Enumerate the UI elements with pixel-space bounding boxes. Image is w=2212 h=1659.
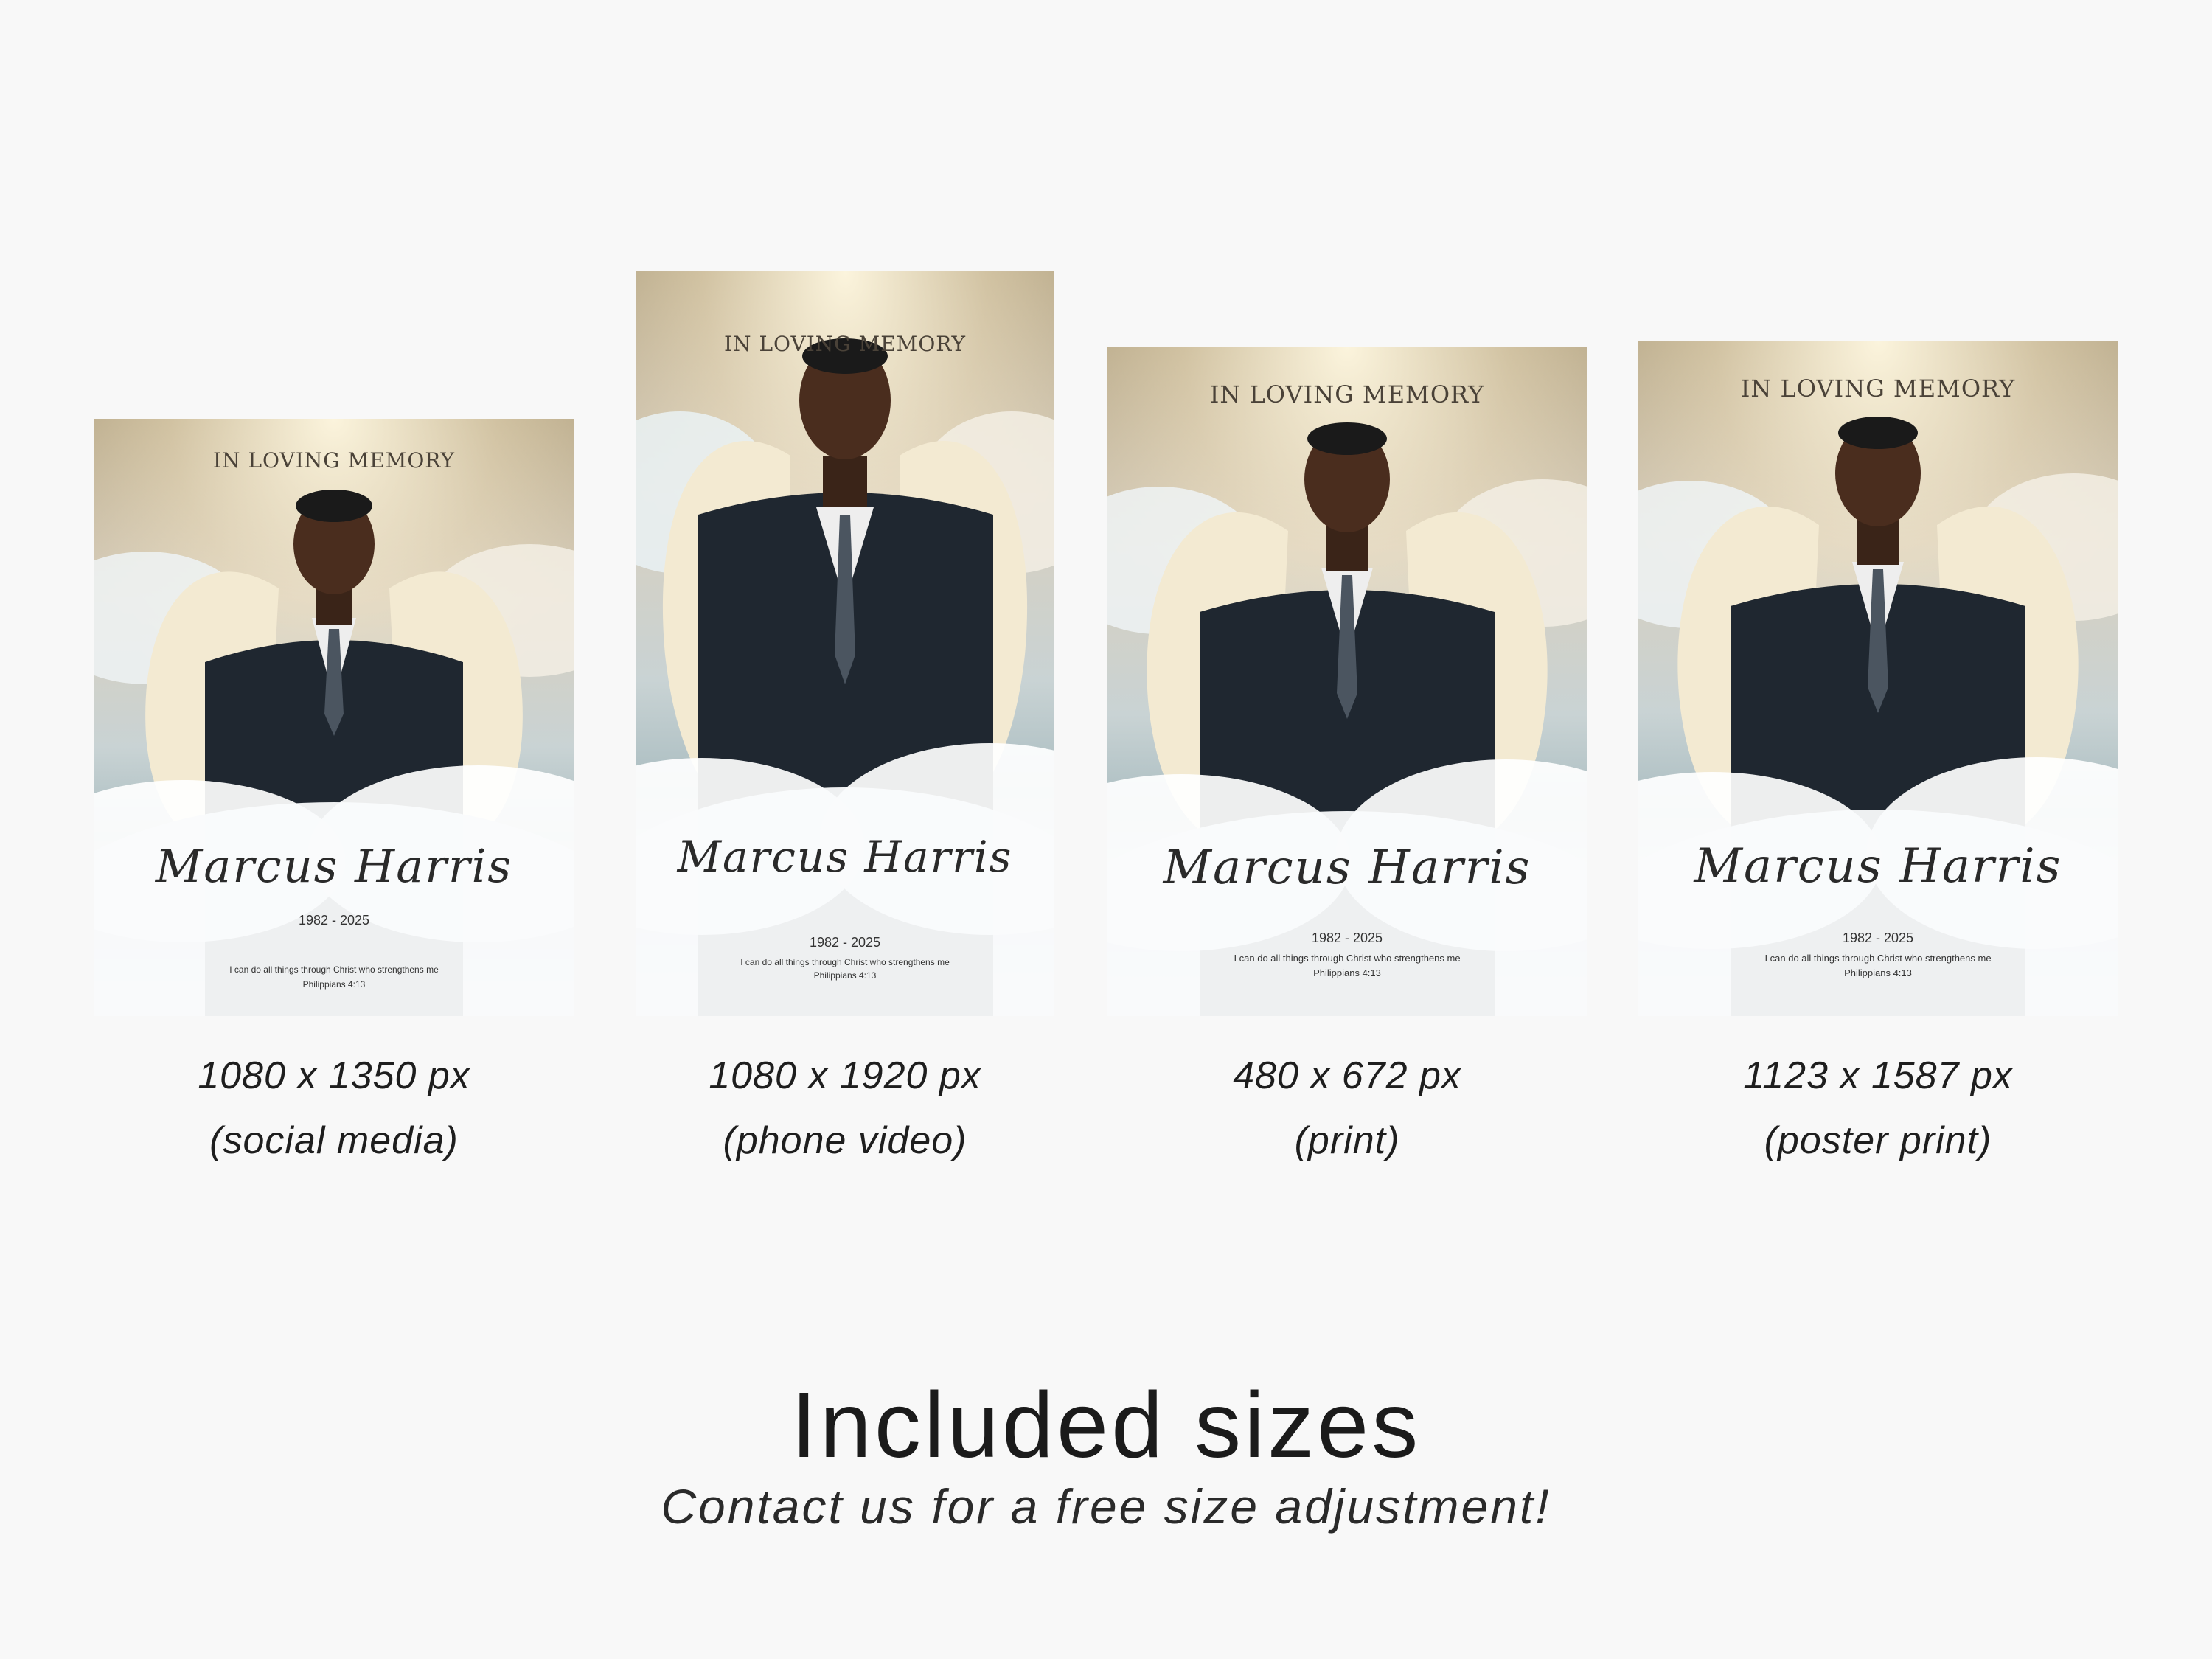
card-title: IN LOVING MEMORY [1740, 375, 2016, 403]
size-dimensions: 1123 x 1587 px [1743, 1054, 2013, 1097]
size-usage: (print) [1294, 1119, 1400, 1162]
card-title: IN LOVING MEMORY [1209, 380, 1485, 408]
angel-portrait-illustration [1107, 422, 1587, 1016]
size-dimensions: 1080 x 1920 px [709, 1054, 981, 1097]
size-dimensions: 1080 x 1350 px [198, 1054, 470, 1097]
size-dimensions: 480 x 672 px [1233, 1054, 1461, 1097]
size-usage: (phone video) [723, 1119, 967, 1162]
size-caption-print: 480 x 672 px (print) [1107, 1043, 1587, 1173]
memorial-verse: I can do all things through Christ who s… [1234, 953, 1461, 964]
memorial-years: 1982 - 2025 [298, 913, 370, 928]
size-caption-poster-print: 1123 x 1587 px (poster print) [1638, 1043, 2118, 1173]
memorial-name: Marcus Harris [1163, 841, 1531, 895]
size-usage: (poster print) [1764, 1119, 1992, 1162]
size-usage: (social media) [209, 1119, 459, 1162]
memorial-card-social-media: IN LOVING MEMORY Marcus Harris 1982 - 20… [94, 419, 574, 1016]
memorial-years: 1982 - 2025 [1842, 931, 1914, 945]
memorial-name: Marcus Harris [677, 832, 1013, 882]
page-subline: Contact us for a free size adjustment! [661, 1479, 1551, 1534]
memorial-card-print: IN LOVING MEMORY Marcus Harris 1982 - 20… [1107, 347, 1587, 1016]
memorial-verse: I can do all things through Christ who s… [229, 964, 439, 975]
memorial-name: Marcus Harris [155, 839, 513, 893]
memorial-verse-reference: Philippians 4:13 [1313, 967, 1381, 978]
memorial-verse: I can do all things through Christ who s… [740, 957, 950, 967]
card-title: IN LOVING MEMORY [212, 448, 455, 473]
angel-portrait-illustration [1638, 417, 2118, 1016]
page-headline: Included sizes [790, 1373, 1422, 1477]
memorial-verse: I can do all things through Christ who s… [1764, 953, 1992, 964]
memorial-years: 1982 - 2025 [1311, 931, 1383, 945]
memorial-verse-reference: Philippians 4:13 [813, 970, 877, 981]
memorial-years: 1982 - 2025 [809, 935, 881, 950]
memorial-card-phone-video: IN LOVING MEMORY Marcus Harris 1982 - 20… [636, 271, 1054, 1016]
size-caption-phone-video: 1080 x 1920 px (phone video) [636, 1043, 1054, 1173]
memorial-verse-reference: Philippians 4:13 [302, 979, 366, 990]
angel-portrait-illustration [636, 338, 1054, 1016]
memorial-card-poster-print: IN LOVING MEMORY Marcus Harris 1982 - 20… [1638, 341, 2118, 1016]
card-title: IN LOVING MEMORY [723, 332, 966, 356]
memorial-verse-reference: Philippians 4:13 [1844, 967, 1912, 978]
size-caption-social-media: 1080 x 1350 px (social media) [94, 1043, 574, 1173]
memorial-name: Marcus Harris [1694, 839, 2062, 894]
